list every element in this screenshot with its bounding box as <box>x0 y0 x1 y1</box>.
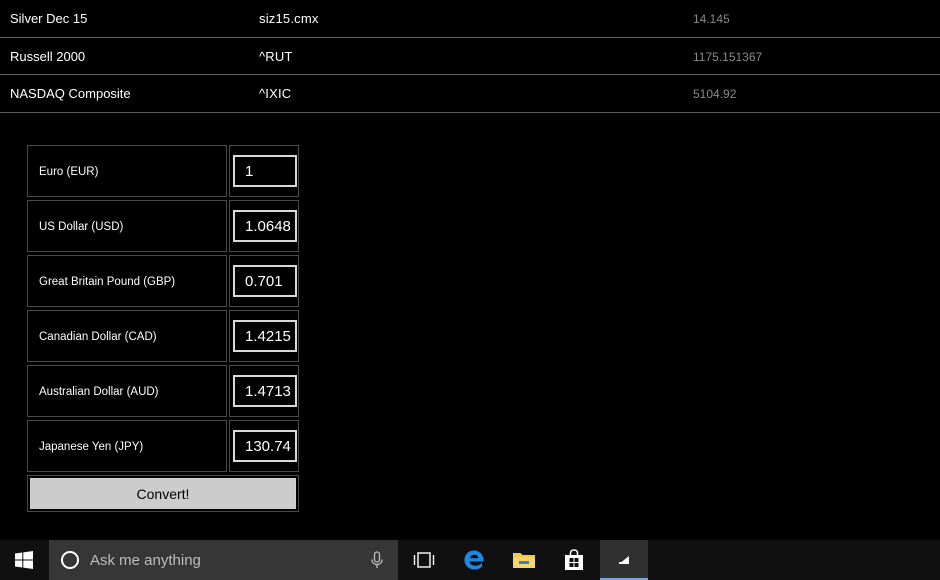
currency-label: Australian Dollar (AUD) <box>39 386 159 398</box>
task-view-icon <box>413 552 435 568</box>
aud-amount-input[interactable] <box>233 375 297 407</box>
eur-amount-input[interactable] <box>233 155 297 187</box>
currency-row-gbp: Great Britain Pound (GBP) <box>27 255 299 310</box>
file-explorer-button[interactable] <box>500 540 548 580</box>
jpy-amount-input[interactable] <box>233 430 297 462</box>
edge-icon <box>464 550 484 570</box>
currency-value-cell <box>229 200 299 252</box>
currency-label-cell: Australian Dollar (AUD) <box>27 365 227 417</box>
gbp-amount-input[interactable] <box>233 265 297 297</box>
windows-start-icon <box>15 551 33 569</box>
store-icon <box>565 549 583 570</box>
quote-name: Russell 2000 <box>10 48 86 64</box>
currency-value-cell <box>229 310 299 362</box>
currency-row-eur: Euro (EUR) <box>27 145 299 200</box>
currency-row-jpy: Japanese Yen (JPY) <box>27 420 299 475</box>
file-explorer-icon <box>513 553 535 568</box>
currency-value-cell <box>229 420 299 472</box>
currency-value-cell <box>229 365 299 417</box>
currency-label: US Dollar (USD) <box>39 221 124 233</box>
currency-label-cell: Great Britain Pound (GBP) <box>27 255 227 307</box>
quotes-table: Silver Dec 15 siz15.cmx 14.145 Russell 2… <box>0 0 940 113</box>
currency-label-cell: Euro (EUR) <box>27 145 227 197</box>
currency-label-cell: US Dollar (USD) <box>27 200 227 252</box>
quote-row[interactable]: Silver Dec 15 siz15.cmx 14.145 <box>0 0 940 38</box>
quote-symbol: ^RUT <box>259 48 293 64</box>
quote-name: NASDAQ Composite <box>10 86 131 101</box>
currency-label-cell: Japanese Yen (JPY) <box>27 420 227 472</box>
convert-button[interactable]: Convert! <box>30 478 296 509</box>
stocks-app-icon <box>619 556 629 564</box>
quote-row[interactable]: NASDAQ Composite ^IXIC 5104.92 <box>0 75 940 113</box>
currency-row-cad: Canadian Dollar (CAD) <box>27 310 299 365</box>
convert-button-cell: Convert! <box>27 475 299 512</box>
currency-label: Canadian Dollar (CAD) <box>39 331 157 343</box>
currency-row-aud: Australian Dollar (AUD) <box>27 365 299 420</box>
currency-label: Japanese Yen (JPY) <box>39 441 144 453</box>
edge-button[interactable] <box>450 540 498 580</box>
quote-symbol: ^IXIC <box>259 86 292 101</box>
currency-label: Euro (EUR) <box>39 166 99 178</box>
quote-price: 1175.151367 <box>693 49 763 64</box>
stocks-app-button[interactable] <box>600 540 648 580</box>
currency-value-cell <box>229 145 299 197</box>
quote-name: Silver Dec 15 <box>10 11 88 26</box>
cad-amount-input[interactable] <box>233 320 297 352</box>
store-button[interactable] <box>550 540 598 580</box>
currency-value-cell <box>229 255 299 307</box>
quote-price: 5104.92 <box>693 87 737 101</box>
currency-label-cell: Canadian Dollar (CAD) <box>27 310 227 362</box>
currency-label: Great Britain Pound (GBP) <box>39 276 176 288</box>
microphone-icon[interactable] <box>371 551 383 569</box>
currency-converter: Euro (EUR) US Dollar (USD) Great Britain… <box>27 145 299 512</box>
cortana-icon <box>61 551 79 569</box>
task-view-button[interactable] <box>400 540 448 580</box>
search-placeholder: Ask me anything <box>90 552 201 569</box>
quote-row[interactable]: Russell 2000 ^RUT 1175.151367 <box>0 38 940 75</box>
quote-symbol: siz15.cmx <box>259 11 319 26</box>
quote-price: 14.145 <box>693 12 730 26</box>
start-button[interactable] <box>0 540 48 580</box>
search-box[interactable]: Ask me anything <box>49 540 398 580</box>
currency-row-usd: US Dollar (USD) <box>27 200 299 255</box>
usd-amount-input[interactable] <box>233 210 297 242</box>
taskbar: Ask me anything <box>0 540 940 580</box>
